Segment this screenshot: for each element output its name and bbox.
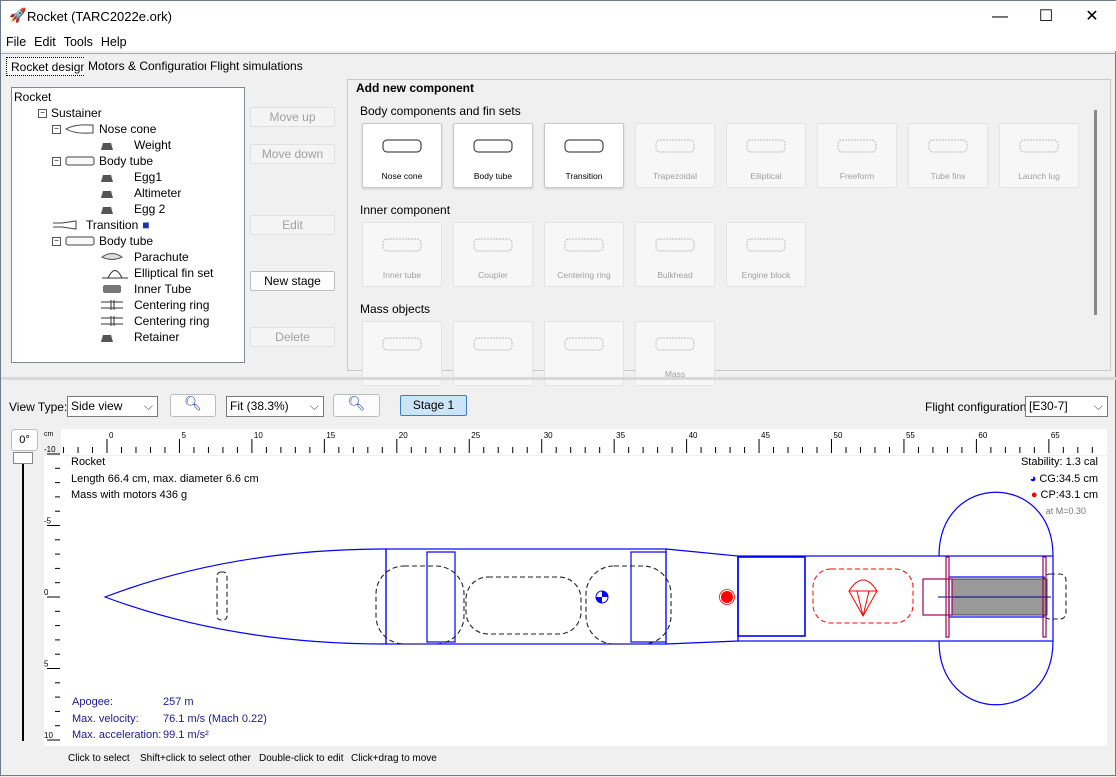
rocket-dimensions: Length 66.4 cm, max. diameter 6.6 cm [71,473,259,485]
max-acceleration-label: Max. acceleration: [72,729,162,741]
apogee-value: 257 m [163,696,194,708]
apogee-label: Apogee: [72,696,113,708]
egg1-mass-shape [375,565,465,645]
cg-icon: ◕ [1029,473,1037,485]
fin-top-shape [938,491,1054,557]
weight-mass-shape [216,571,228,621]
coupler-2-shape [630,551,667,643]
egg2-mass-shape [585,565,672,645]
rocket-drawing[interactable] [1,1,1116,777]
fin-bottom-shape [938,640,1054,706]
max-velocity-label: Max. velocity: [72,713,139,725]
status-hint-edit: Double-click to edit [259,753,344,764]
parachute-icon [848,579,878,618]
cg-value: CG:34.5 cm [1039,473,1098,485]
status-hint-select-other: Shift+click to select other [140,753,251,764]
nose-cone-shape [103,548,387,645]
rocket-name: Rocket [71,456,106,468]
rocket-mass: Mass with motors 436 g [71,489,188,501]
mach-value: at M=0.30 [1045,506,1086,516]
cp-icon: ● [1030,489,1038,501]
cp-value: CP:43.1 cm [1040,489,1098,501]
status-hint-move: Click+drag to move [351,753,437,764]
altimeter-mass-shape [465,576,582,635]
cp-marker-icon [719,589,735,605]
status-hint-select: Click to select [68,753,130,764]
body-tube-1-shape [385,548,667,645]
stability-value: Stability: 1.3 cal [1020,456,1098,468]
max-acceleration-value: 99.1 m/s² [163,729,209,741]
max-velocity-value: 76.1 m/s (Mach 0.22) [163,713,267,725]
bulkhead-shape [737,556,806,637]
cg-marker-icon [595,590,609,604]
